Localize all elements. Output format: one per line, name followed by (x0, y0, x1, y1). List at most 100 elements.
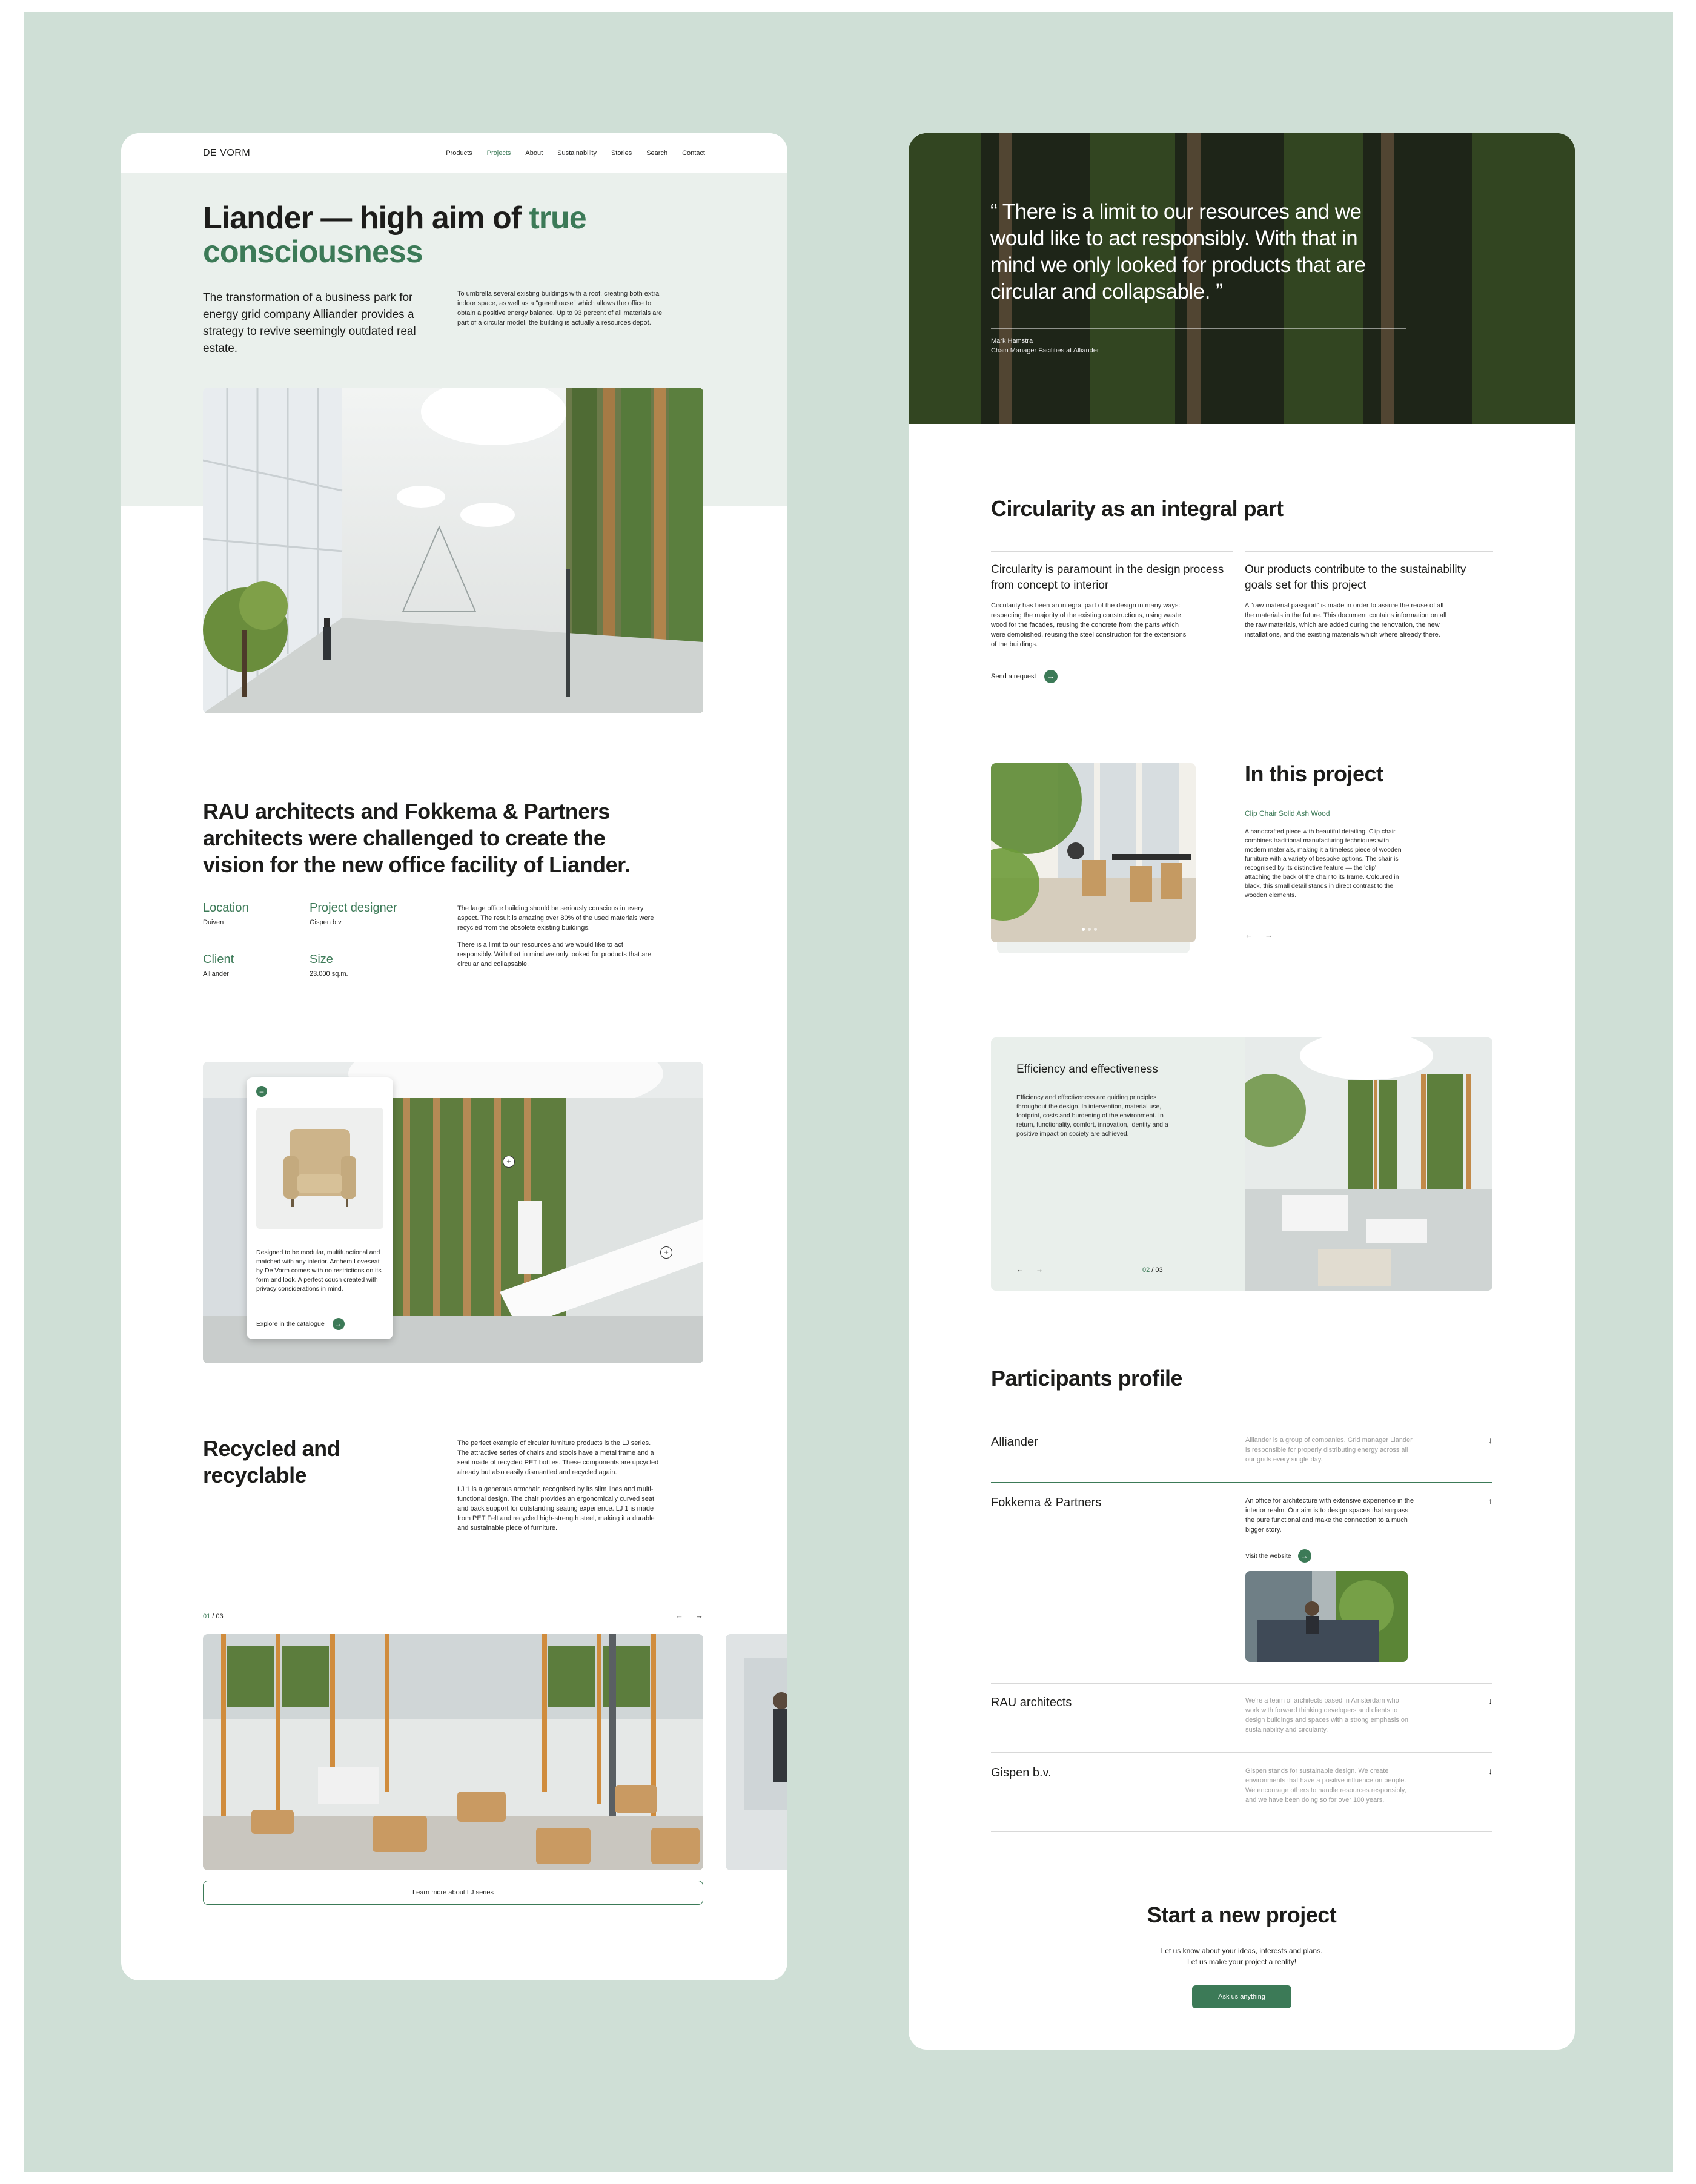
participant-alliander[interactable]: Alliander Alliander is a group of compan… (991, 1435, 1492, 1484)
hero-side-text: To umbrella several existing buildings w… (457, 290, 663, 326)
cta-line: Let us know about your ideas, interests … (1161, 1947, 1323, 1955)
col-text: A "raw material passport" is made in ord… (1245, 602, 1447, 638)
visit-website-label: Visit the website (1245, 1552, 1291, 1560)
divider (991, 1752, 1492, 1753)
fact-value: Duiven (203, 919, 224, 926)
efficiency-card: Efficiency and effectiveness Efficiency … (991, 1037, 1492, 1291)
arrow-right-icon[interactable]: → (1265, 930, 1273, 939)
dot[interactable] (1088, 928, 1091, 931)
participant-desc: We're a team of architects based in Amst… (1245, 1697, 1409, 1733)
nav-item-projects[interactable]: Projects (487, 150, 511, 157)
hotspot-interior-image: + + – Designed to be modular, multifunct… (203, 1062, 703, 1363)
arrow-left-icon[interactable]: ← (1245, 930, 1253, 939)
col-title: Circularity is paramount in the design p… (991, 563, 1224, 592)
dot[interactable] (1094, 928, 1097, 931)
intro-text: The large office building should be seri… (457, 904, 657, 969)
arrow-right-icon: → (1044, 670, 1058, 683)
carousel-dots (1082, 928, 1097, 931)
efficiency-image (1233, 1037, 1492, 1291)
fact-label: Client (203, 953, 234, 966)
participant-rau[interactable]: RAU architects We're a team of architect… (991, 1696, 1492, 1744)
nav-item-products[interactable]: Products (446, 150, 472, 157)
quote-text: “ There is a limit to our resources and … (990, 200, 1366, 303)
chevron-down-icon[interactable]: ↓ (1488, 1766, 1492, 1776)
cta-text: Let us know about your ideas, interests … (909, 1945, 1575, 1967)
catalogue-link[interactable]: Explore in the catalogue → (256, 1318, 345, 1330)
fact-designer: Project designer Gispen b.v (310, 901, 397, 926)
quote-attribution: Mark Hamstra Chain Manager Facilities at… (991, 336, 1099, 356)
lj-series-slide (203, 1634, 703, 1870)
fact-value: Gispen b.v (310, 919, 342, 926)
catalogue-link-label: Explore in the catalogue (256, 1320, 325, 1328)
top-navigation: DE VORM Products Projects About Sustaina… (121, 133, 787, 173)
quote-divider (991, 328, 1406, 329)
arrow-right-icon[interactable]: → (695, 1611, 703, 1620)
divider (991, 1683, 1492, 1684)
send-request-link[interactable]: Send a request → (991, 670, 1233, 683)
product-slider-controls: ← → (1245, 930, 1273, 939)
hotspot-plus-icon[interactable]: + (503, 1156, 515, 1168)
visit-website-link[interactable]: Visit the website → (1245, 1549, 1311, 1563)
arrow-left-icon[interactable]: ← (675, 1611, 683, 1620)
next-slide-peek (726, 1634, 787, 1870)
chevron-up-icon[interactable]: ↑ (1488, 1496, 1492, 1506)
dot[interactable] (1082, 928, 1085, 931)
fact-value: 23.000 sq.m. (310, 970, 348, 978)
counter-current: 01 (203, 1613, 211, 1620)
efficiency-text: Efficiency and effectiveness are guiding… (1016, 1094, 1168, 1137)
arrow-right-icon[interactable]: → (1036, 1265, 1043, 1274)
participant-name: Gispen b.v. (991, 1766, 1052, 1779)
close-icon[interactable]: – (256, 1086, 267, 1097)
hotspot-plus-icon[interactable]: + (660, 1246, 672, 1259)
circularity-heading: Circularity as an integral part (991, 496, 1284, 521)
participant-gispen[interactable]: Gispen b.v. Gispen stands for sustainabl… (991, 1766, 1492, 1821)
hero-atrium-image (203, 388, 703, 713)
divider-active (991, 1482, 1492, 1483)
chevron-down-icon[interactable]: ↓ (1488, 1435, 1492, 1445)
counter-total: / 03 (210, 1613, 224, 1620)
nav-item-stories[interactable]: Stories (611, 150, 632, 157)
nav-item-contact[interactable]: Contact (682, 150, 705, 157)
armchair-image (256, 1108, 383, 1229)
arrow-right-icon: → (1297, 1549, 1311, 1563)
product-link[interactable]: Clip Chair Solid Ash Wood (1245, 809, 1330, 818)
recycled-paragraph: LJ 1 is a generous armchair, recognised … (457, 1486, 655, 1532)
ask-us-button[interactable]: Ask us anything (1192, 1985, 1291, 2008)
send-request-label: Send a request (991, 672, 1036, 680)
fact-label: Project designer (310, 901, 397, 915)
efficiency-controls: ← → (1016, 1265, 1043, 1274)
participant-fokkema[interactable]: Fokkema & Partners An office for archite… (991, 1496, 1492, 1678)
hero-lead: The transformation of a business park fo… (203, 291, 416, 355)
recycled-paragraph: The perfect example of circular furnitur… (457, 1440, 659, 1476)
project-page-right: “ There is a limit to our resources and … (909, 133, 1575, 2050)
in-project-heading: In this project (1245, 761, 1383, 786)
divider (991, 1831, 1492, 1832)
nav-item-about[interactable]: About (525, 150, 543, 157)
intro-paragraph: The large office building should be seri… (457, 905, 654, 932)
nav-item-search[interactable]: Search (646, 150, 667, 157)
participants-heading: Participants profile (991, 1366, 1183, 1391)
slider-controls: ← → (675, 1611, 703, 1620)
divider (991, 551, 1233, 552)
intro-heading: RAU architects and Fokkema & Partners ar… (203, 799, 631, 877)
counter-total: / 03 (1150, 1266, 1163, 1274)
chevron-down-icon[interactable]: ↓ (1488, 1696, 1492, 1706)
product-popup: – Designed to be modular, multifunctiona… (247, 1077, 393, 1339)
recycled-heading: Recycled and recyclable (203, 1436, 340, 1487)
efficiency-heading: Efficiency and effectiveness (1016, 1063, 1158, 1076)
cta-line: Let us make your project a reality! (1187, 1957, 1297, 1966)
card-shadow (997, 942, 1190, 953)
arrow-left-icon[interactable]: ← (1016, 1265, 1024, 1274)
recycled-text: The perfect example of circular furnitur… (457, 1438, 663, 1533)
nav-menu: Products Projects About Sustainability S… (446, 150, 705, 157)
fact-size: Size 23.000 sq.m. (310, 953, 348, 978)
logo[interactable]: DE VORM (203, 148, 250, 159)
col-title: Our products contribute to the sustainab… (1245, 563, 1466, 592)
divider (1245, 551, 1493, 552)
fokkema-office-image (1245, 1571, 1408, 1662)
fact-location: Location Duiven (203, 901, 249, 926)
intro-paragraph: There is a limit to our resources and we… (457, 941, 652, 968)
nav-item-sustainability[interactable]: Sustainability (557, 150, 597, 157)
learn-more-button[interactable]: Learn more about LJ series (203, 1881, 703, 1905)
fact-client: Client Alliander (203, 953, 234, 978)
